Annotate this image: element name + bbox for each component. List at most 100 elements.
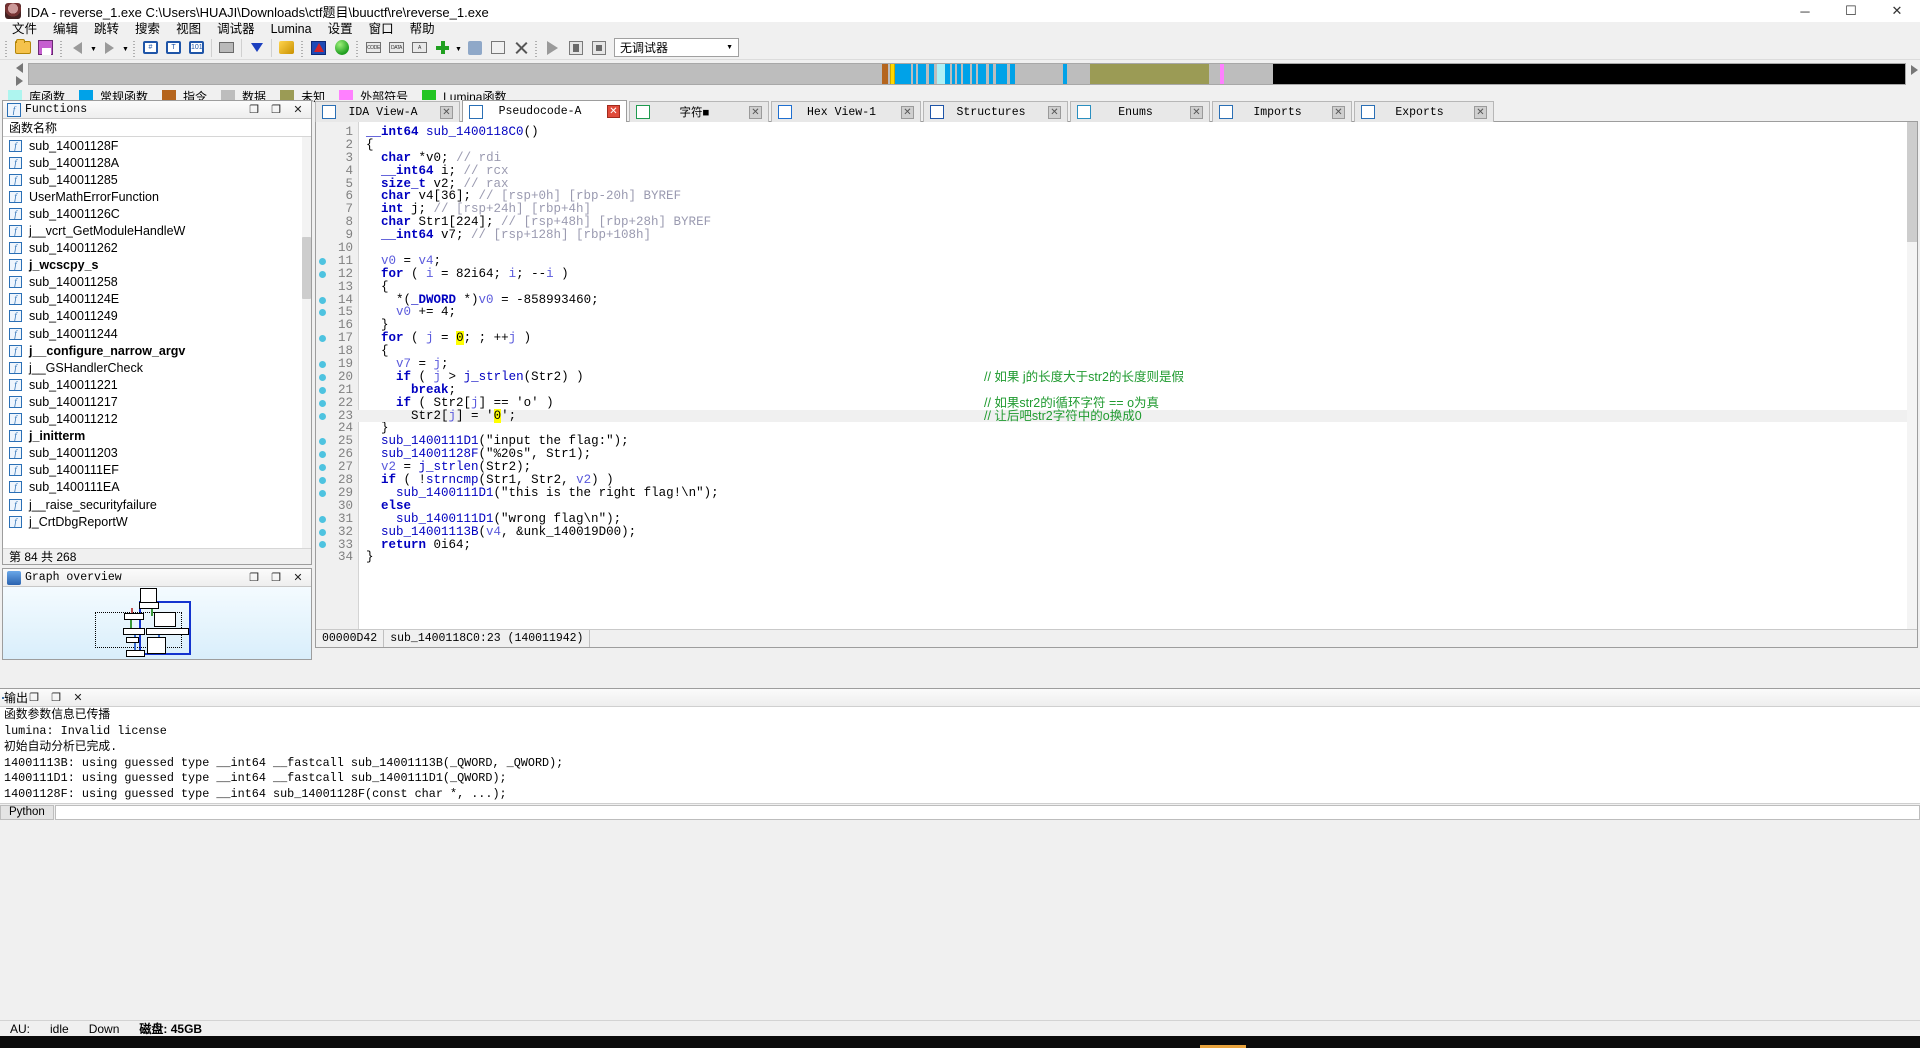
code-line[interactable]: 16 } <box>316 319 1917 332</box>
python-prompt-label[interactable]: Python <box>0 804 54 820</box>
tab-close-button[interactable]: ✕ <box>440 105 453 119</box>
function-list-item[interactable]: f j_wcscpy_s <box>3 257 311 274</box>
tab-structures[interactable]: Structures ✕ <box>923 101 1068 122</box>
function-list-item[interactable]: f sub_14001128A <box>3 154 311 171</box>
code-line[interactable]: 1 __int64 sub_1400118C0() <box>316 126 1917 139</box>
code-line[interactable]: 12 for ( i = 82i64; i; --i ) <box>316 267 1917 281</box>
edit-func-icon[interactable] <box>487 37 508 58</box>
menu-debugger[interactable]: 调试器 <box>209 22 263 36</box>
function-list-item[interactable]: f sub_1400111EF <box>3 462 311 479</box>
tab-close-button[interactable]: ✕ <box>1332 105 1345 119</box>
breakpoint-marker-icon[interactable] <box>316 528 328 536</box>
graph-close-button[interactable]: ✕ <box>292 571 304 584</box>
add-struct-icon[interactable] <box>432 37 453 58</box>
breakpoint-marker-icon[interactable] <box>316 515 328 523</box>
tab-close-button[interactable]: ✕ <box>607 105 620 118</box>
menu-edit[interactable]: 编辑 <box>45 22 86 36</box>
function-list-item[interactable]: f sub_140011212 <box>3 411 311 428</box>
code-line[interactable]: 29 sub_1400111D1("this is the right flag… <box>316 486 1917 500</box>
breakpoint-marker-icon[interactable] <box>316 373 328 381</box>
output-restore-button[interactable]: ❐ <box>28 691 40 704</box>
make-data-icon[interactable]: DATA <box>386 37 407 58</box>
tab-imports[interactable]: Imports ✕ <box>1212 101 1352 122</box>
breakpoint-marker-icon[interactable] <box>316 451 328 459</box>
debugger-select[interactable]: 无调试器 ▼ <box>614 38 739 57</box>
open-file-icon[interactable] <box>12 37 33 58</box>
code-line[interactable]: 22 if ( Str2[j] == 'o' ) // 如果str2的i循环字符 … <box>316 396 1917 410</box>
toolbar-grip[interactable] <box>132 38 137 57</box>
breakpoint-marker-icon[interactable] <box>316 489 328 497</box>
code-line[interactable]: 20 if ( j > j_strlen(Str2) )// 如果 j的长度大于… <box>316 370 1917 384</box>
toolbar-grip[interactable] <box>534 38 539 57</box>
close-button[interactable]: ✕ <box>1874 0 1920 22</box>
code-line[interactable]: 10 <box>316 242 1917 255</box>
key-icon[interactable] <box>276 37 297 58</box>
function-list-item[interactable]: f j__raise_securityfailure <box>3 496 311 513</box>
tab-close-button[interactable]: ✕ <box>1048 105 1061 119</box>
run-icon[interactable] <box>542 37 563 58</box>
function-list-item[interactable]: f sub_140011249 <box>3 308 311 325</box>
function-list-item[interactable]: f sub_140011285 <box>3 171 311 188</box>
code-scrollbar-thumb[interactable] <box>1907 122 1917 242</box>
menu-windows[interactable]: 窗口 <box>361 22 402 36</box>
toolbar-grip[interactable] <box>59 38 64 57</box>
breakpoint-marker-icon[interactable] <box>316 412 328 420</box>
code-line[interactable]: 21 break; <box>316 383 1917 397</box>
graph-float-button[interactable]: ❐ <box>270 571 282 584</box>
functions-close-button[interactable]: ✕ <box>292 103 304 116</box>
navband-scroll-arrows[interactable] <box>10 61 28 87</box>
breakpoint-marker-icon[interactable] <box>316 386 328 394</box>
function-list-item[interactable]: f sub_140011217 <box>3 393 311 410</box>
forward-dropdown-icon[interactable]: ▼ <box>121 38 130 58</box>
warning-icon[interactable] <box>308 37 329 58</box>
output-close-button[interactable]: ✕ <box>72 691 84 704</box>
stop-icon[interactable] <box>588 37 609 58</box>
jump-icon[interactable] <box>216 37 237 58</box>
code-lines[interactable]: 1 __int64 sub_1400118C0() 2{3 char *v0; //… <box>316 126 1917 564</box>
functions-column-header[interactable]: 函数名称 <box>3 119 311 137</box>
breakpoint-marker-icon[interactable] <box>316 335 328 343</box>
make-ascii-icon[interactable]: A <box>409 37 430 58</box>
down-arrow-icon[interactable] <box>246 37 267 58</box>
function-list-item[interactable]: f sub_140011258 <box>3 274 311 291</box>
pause-icon[interactable] <box>565 37 586 58</box>
toolbar-grip[interactable] <box>4 38 9 57</box>
function-list-item[interactable]: f j_CrtDbgReportW <box>3 513 311 530</box>
delete-icon[interactable] <box>510 37 531 58</box>
code-line[interactable]: 34} <box>316 551 1917 564</box>
back-dropdown-icon[interactable]: ▼ <box>89 38 98 58</box>
nav-left-icon[interactable] <box>15 62 23 73</box>
function-list-item[interactable]: f j__vcrt_GetModuleHandleW <box>3 222 311 239</box>
function-list-item[interactable]: f j__configure_narrow_argv <box>3 342 311 359</box>
search-number-icon[interactable] <box>186 37 207 58</box>
tab-enums[interactable]: Enums ✕ <box>1070 101 1210 122</box>
breakpoint-marker-icon[interactable] <box>316 257 328 265</box>
breakpoint-marker-icon[interactable] <box>316 360 328 368</box>
navband-more-icon[interactable] <box>1911 65 1918 75</box>
function-list-item[interactable]: f sub_140011221 <box>3 376 311 393</box>
code-line[interactable]: 9 __int64 v7; // [rsp+128h] [rbp+108h] <box>316 229 1917 242</box>
navigation-band[interactable] <box>28 63 1906 85</box>
menu-options[interactable]: 设置 <box>320 22 361 36</box>
minimize-button[interactable]: ─ <box>1782 0 1828 22</box>
tab-close-button[interactable]: ✕ <box>901 105 914 119</box>
navigate-back-icon[interactable] <box>67 37 88 58</box>
breakpoint-marker-icon[interactable] <box>316 541 328 549</box>
function-list-item[interactable]: f sub_14001128F <box>3 137 311 154</box>
breakpoint-marker-icon[interactable] <box>316 270 328 278</box>
toolbar-grip[interactable] <box>300 38 305 57</box>
function-list-item[interactable]: f sub_140011262 <box>3 240 311 257</box>
tab-close-button[interactable]: ✕ <box>1190 105 1203 119</box>
functions-scrollbar[interactable] <box>302 137 311 549</box>
code-line[interactable]: 4 __int64 i; // rcx <box>316 164 1917 178</box>
toolbar-grip[interactable] <box>355 38 360 57</box>
function-list-item[interactable]: f UserMathErrorFunction <box>3 188 311 205</box>
maximize-button[interactable]: ☐ <box>1828 0 1874 22</box>
green-circle-icon[interactable] <box>331 37 352 58</box>
output-log[interactable]: IDAPython 64-bit v7.4.0 final (serial 0)… <box>0 707 1920 803</box>
save-icon[interactable] <box>35 37 56 58</box>
search-hex-icon[interactable] <box>140 37 161 58</box>
code-line[interactable]: 26 sub_14001128F("%20s", Str1); <box>316 448 1917 461</box>
function-list-item[interactable]: f j_initterm <box>3 428 311 445</box>
menu-lumina[interactable]: Lumina <box>263 22 320 36</box>
